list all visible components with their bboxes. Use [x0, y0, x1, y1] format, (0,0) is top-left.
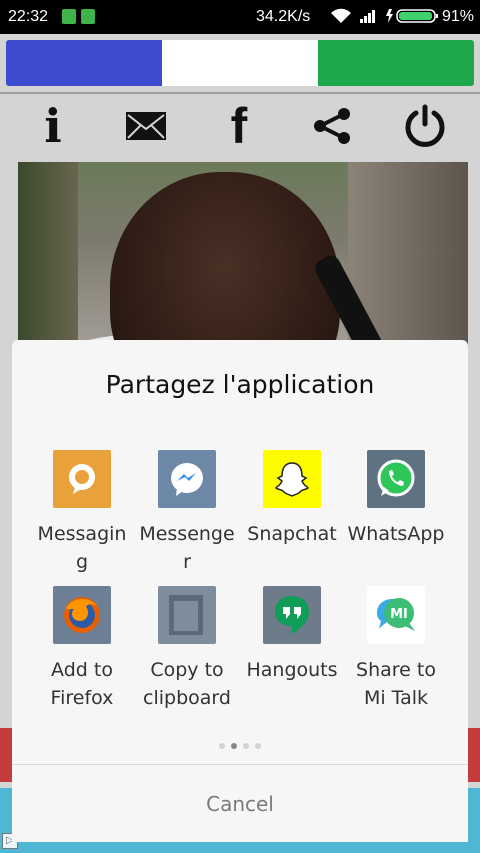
- share-app-label: Share to Mi Talk: [356, 659, 436, 709]
- share-app-label: Snapchat: [247, 523, 337, 545]
- share-app-label: Hangouts: [246, 659, 338, 681]
- share-button[interactable]: [305, 98, 359, 154]
- share-sheet-title: Partagez l'application: [105, 370, 375, 399]
- wifi-icon: [330, 8, 352, 29]
- share-app-label: Messagin g: [37, 523, 127, 573]
- share-app-label: Messenge r: [139, 523, 235, 573]
- network-speed: 34.2K/s: [256, 8, 311, 25]
- divider: [0, 92, 480, 94]
- page-dot: [255, 743, 261, 749]
- page-dot: [243, 743, 249, 749]
- hangouts-icon: [263, 586, 321, 644]
- messenger-icon: [158, 450, 216, 508]
- page-dot-active: [231, 743, 237, 749]
- flag-stripe-blue: [6, 40, 162, 86]
- share-app-label: WhatsApp: [347, 523, 445, 545]
- facebook-icon: f: [230, 98, 248, 154]
- power-button[interactable]: [398, 98, 452, 154]
- snapchat-icon: [263, 450, 321, 508]
- share-app-clipboard[interactable]: Copy to clipboard: [131, 586, 243, 712]
- info-icon: i: [44, 99, 62, 153]
- battery-icon: [386, 8, 440, 29]
- mitalk-icon: MI: [367, 586, 425, 644]
- page-dot: [219, 743, 225, 749]
- facebook-button[interactable]: f: [212, 98, 266, 154]
- cancel-button[interactable]: Cancel: [12, 765, 468, 842]
- messaging-icon: [53, 450, 111, 508]
- notification-icon: [62, 9, 76, 24]
- power-icon: [405, 104, 445, 147]
- share-icon: [314, 108, 350, 144]
- hero-photo: [18, 162, 468, 362]
- share-app-messenger[interactable]: Messenge r: [131, 450, 243, 576]
- battery-percent: 91%: [442, 8, 475, 25]
- mail-icon: [126, 112, 166, 140]
- status-bar: 22:32 34.2K/s 91%: [0, 0, 480, 34]
- notification-icon: [81, 9, 95, 24]
- page-indicator: [12, 734, 468, 753]
- share-app-snapchat[interactable]: Snapchat: [236, 450, 348, 548]
- mail-button[interactable]: [119, 98, 173, 154]
- share-sheet: Partagez l'application Messagin g Messen…: [12, 340, 468, 842]
- clipboard-icon: [158, 586, 216, 644]
- share-app-messaging[interactable]: Messagin g: [26, 450, 138, 576]
- share-app-label: Add to Firefox: [50, 659, 114, 709]
- signal-icon: [360, 9, 380, 28]
- share-app-firefox[interactable]: Add to Firefox: [26, 586, 138, 712]
- toolbar: i f: [0, 98, 480, 154]
- svg-text:MI: MI: [390, 607, 408, 622]
- info-button[interactable]: i: [26, 98, 80, 154]
- share-app-mitalk[interactable]: MI Share to Mi Talk: [340, 586, 452, 712]
- share-app-hangouts[interactable]: Hangouts: [236, 586, 348, 684]
- flag-stripe-white: [162, 40, 318, 86]
- share-app-whatsapp[interactable]: WhatsApp: [340, 450, 452, 548]
- flag-stripe-green: [318, 40, 474, 86]
- flag-banner: [6, 40, 474, 86]
- status-time: 22:32: [8, 8, 49, 25]
- firefox-icon: [53, 586, 111, 644]
- share-app-label: Copy to clipboard: [143, 659, 231, 709]
- whatsapp-icon: [367, 450, 425, 508]
